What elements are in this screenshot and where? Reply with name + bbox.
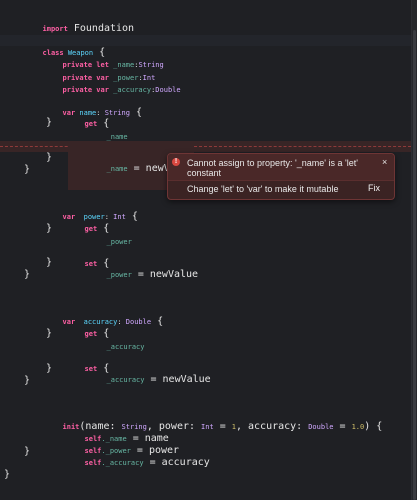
type-name: Double <box>308 423 334 431</box>
fix-it-message[interactable]: Change 'let' to 'var' to make it mutable <box>187 184 338 194</box>
close-brace: } <box>4 469 11 480</box>
error-message: Cannot assign to property: '_name' is a … <box>187 158 358 178</box>
type-name: Int <box>201 423 214 431</box>
close-brace: } <box>46 257 53 268</box>
close-icon[interactable]: × <box>382 157 387 167</box>
code-editor[interactable]: import Foundation class Weapon { private… <box>0 0 412 500</box>
close-brace: } <box>24 446 31 457</box>
assignment: = newValue <box>144 374 211 385</box>
param: , accuracy: <box>235 421 309 432</box>
fix-button[interactable]: Fix <box>368 183 380 193</box>
error-icon: ! <box>172 158 180 166</box>
close-brace: } <box>46 152 53 163</box>
close-brace: } <box>46 363 53 374</box>
keyword: self <box>84 459 102 467</box>
property-ref: _accuracy <box>106 343 145 351</box>
close-brace: } <box>46 117 53 128</box>
close-brace: } <box>24 375 31 386</box>
close-brace: } <box>24 269 31 280</box>
assignment: = newValue <box>131 269 199 280</box>
property-ref: _accuracy <box>106 376 145 384</box>
type-name: Double <box>155 86 181 94</box>
code-line-set-body: _power = newValue <box>68 248 199 296</box>
close-brace: } <box>46 328 53 339</box>
brace: { <box>136 107 143 118</box>
property-ref: ._accuracy <box>101 459 144 467</box>
property-ref: _name <box>106 133 128 141</box>
equals: = <box>213 421 232 432</box>
property-ref: _power <box>106 238 132 246</box>
error-message-row: ! Cannot assign to property: '_name' is … <box>168 154 394 181</box>
property-ref: _name <box>106 165 128 173</box>
scrollbar-thumb[interactable] <box>413 30 416 500</box>
brace: { <box>131 211 138 222</box>
code-line-set-body: _accuracy = newValue <box>68 353 211 401</box>
code-line-init-body: self._accuracy = accuracy <box>46 436 210 484</box>
number-literal: 1.0 <box>351 423 365 431</box>
paren-brace: ) { <box>364 421 383 432</box>
equals: = <box>333 421 352 432</box>
close-brace: } <box>24 164 31 175</box>
brace: { <box>157 316 164 327</box>
error-popup: ! Cannot assign to property: '_name' is … <box>167 153 395 200</box>
property-ref: _power <box>106 271 132 279</box>
assignment: = accuracy <box>143 457 210 468</box>
close-brace: } <box>46 223 53 234</box>
